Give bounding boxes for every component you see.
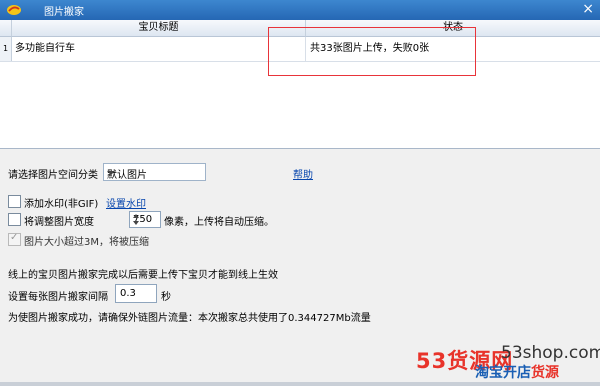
category-label: 请选择图片空间分类	[8, 170, 98, 181]
resize-checkbox[interactable]	[8, 213, 21, 226]
help-link[interactable]: 帮助	[293, 166, 313, 181]
resize-suffix: 像素，上传将自动压缩。	[164, 217, 274, 228]
window-title: 图片搬家	[44, 7, 84, 18]
traffic-note: 为使图片搬家成功，请确保外链图片流量：本次搬家总共使用了0.344727Mb流量	[8, 313, 371, 324]
highlight-box	[268, 27, 476, 76]
category-select[interactable]: 默认图片	[103, 163, 206, 181]
compress-label: 图片大小超过3M，将被压缩	[24, 237, 149, 248]
column-header-title[interactable]: 宝贝标题	[12, 20, 306, 37]
title-bar: 图片搬家 ×	[0, 0, 600, 20]
interval-unit: 秒	[161, 292, 171, 303]
watermark-slogan-red: 货源	[531, 365, 559, 381]
app-logo-icon	[7, 5, 21, 15]
compress-checkbox[interactable]	[8, 232, 21, 246]
resize-label: 将调整图片宽度	[24, 217, 94, 228]
cell-title[interactable]: 多功能自行车	[11, 37, 306, 62]
width-stepper[interactable]: 750	[129, 211, 161, 228]
close-icon[interactable]: ×	[582, 1, 594, 17]
interval-input[interactable]: 0.3	[115, 284, 157, 303]
grid-corner	[0, 20, 12, 37]
spin-down-icon[interactable]	[133, 221, 139, 225]
watermark-settings-link[interactable]: 设置水印	[106, 195, 146, 210]
publish-note: 线上的宝贝图片搬家完成以后需要上传下宝贝才能到线上生效	[8, 270, 278, 281]
spin-up-icon[interactable]	[133, 214, 139, 218]
watermark-slogan-blue: 淘宝开店	[475, 365, 531, 381]
watermark-slogan: 淘宝开店货源	[475, 362, 559, 382]
window-bottom-border	[0, 382, 600, 386]
interval-label: 设置每张图片搬家间隔	[8, 292, 108, 303]
interval-value: 0.3	[120, 288, 136, 299]
watermark-domain: 53shop.com	[501, 343, 600, 363]
watermark-checkbox[interactable]	[8, 195, 21, 208]
watermark-label: 添加水印(非GIF)	[24, 199, 99, 210]
chevron-down-icon	[107, 171, 115, 175]
